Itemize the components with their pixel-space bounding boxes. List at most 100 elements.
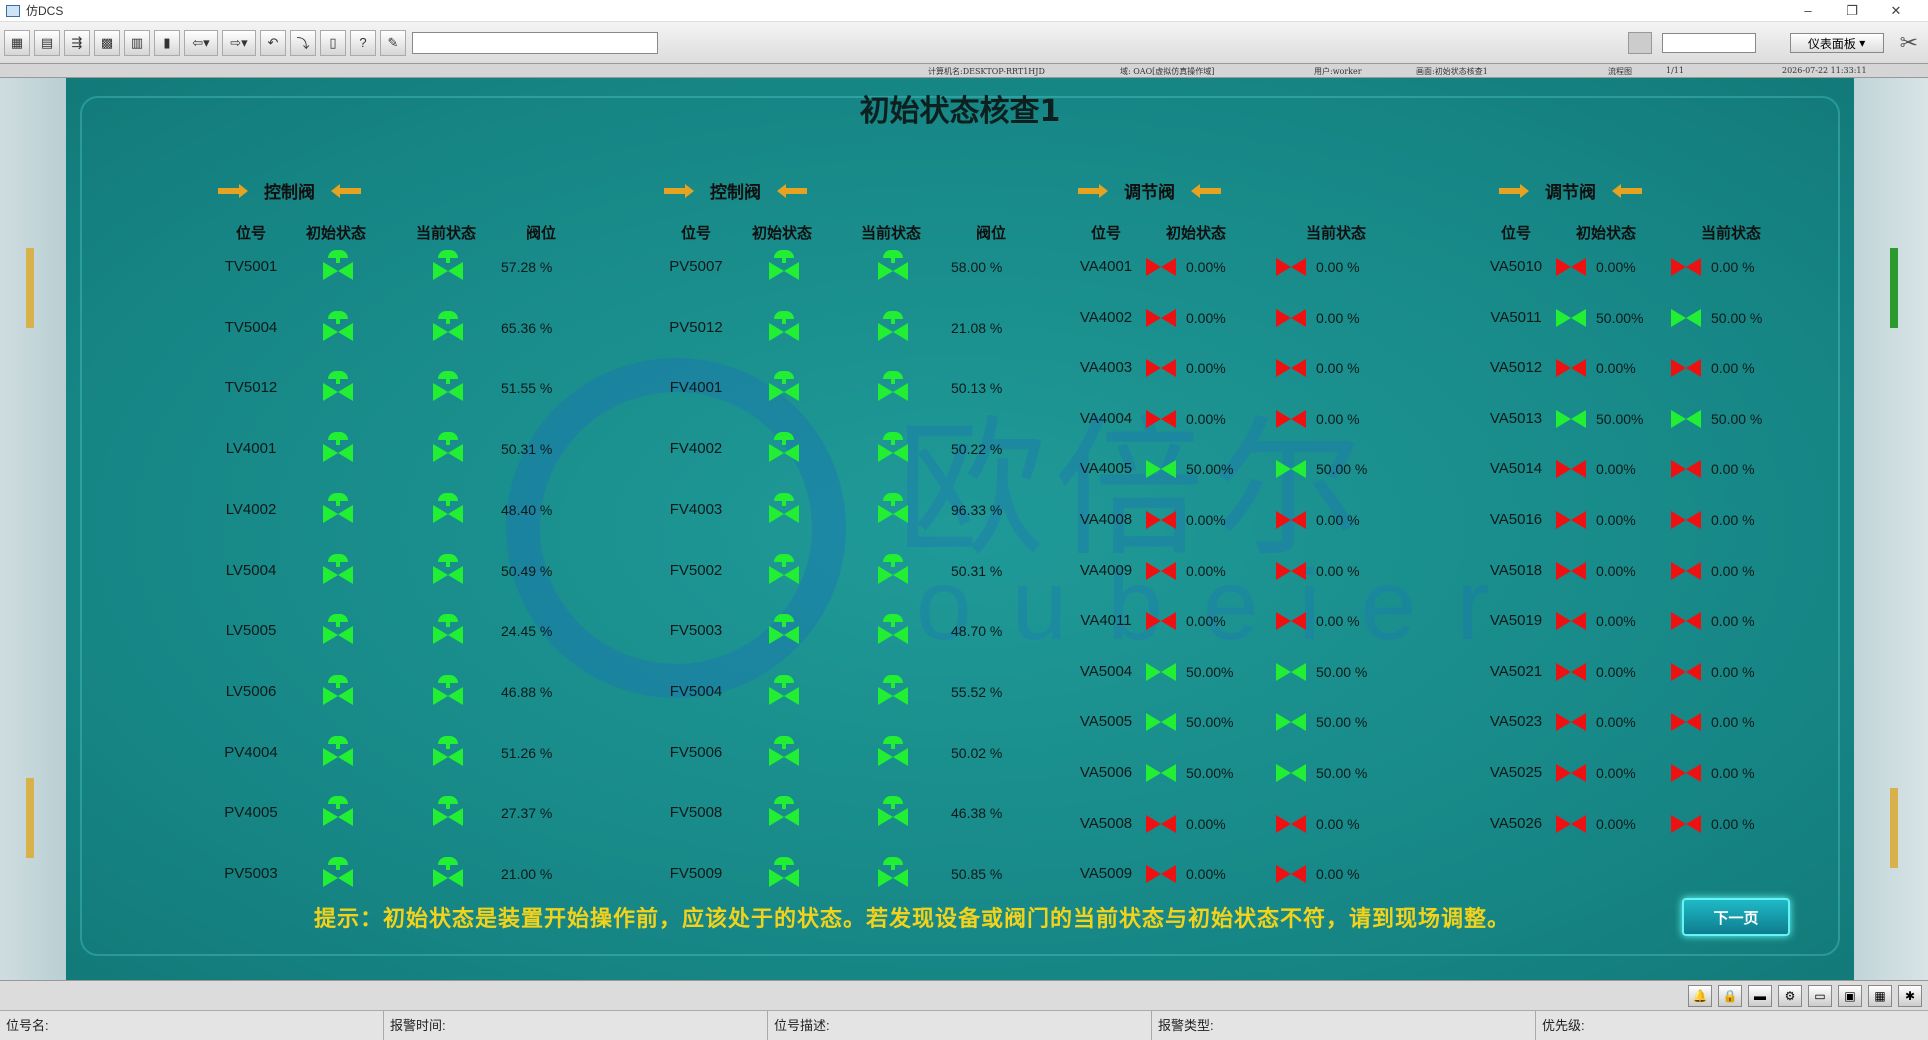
control-valve-icon[interactable] (321, 371, 355, 402)
hand-valve-icon[interactable] (1146, 409, 1176, 428)
control-valve-icon[interactable] (431, 674, 465, 705)
bottom-tool-icon[interactable]: ▣ (1838, 985, 1862, 1007)
hand-valve-icon[interactable] (1276, 359, 1306, 378)
hand-valve-icon[interactable] (1276, 511, 1306, 529)
hand-valve-icon[interactable] (1556, 258, 1586, 276)
control-valve-icon[interactable] (767, 857, 801, 887)
close-button[interactable]: ✕ (1874, 0, 1918, 22)
toolbar-button[interactable]: ▦ (4, 29, 30, 56)
next-page-button[interactable]: 下一页 (1682, 898, 1790, 936)
command-input[interactable] (412, 31, 658, 54)
bottom-tool-icon[interactable]: ▬ (1748, 985, 1772, 1007)
control-valve-icon[interactable] (431, 371, 465, 402)
toolbar-button[interactable]: ▮ (154, 29, 180, 56)
toolbar-button[interactable]: ⇦▾ (184, 29, 218, 56)
control-valve-icon[interactable] (767, 310, 801, 341)
control-valve-icon[interactable] (321, 614, 355, 645)
control-valve-icon[interactable] (876, 796, 910, 827)
control-valve-icon[interactable] (767, 492, 801, 523)
control-valve-icon[interactable] (767, 432, 801, 463)
hand-valve-icon[interactable] (1276, 561, 1306, 580)
toolbar-button[interactable]: ⤵ (290, 29, 316, 56)
hand-valve-icon[interactable] (1671, 359, 1701, 378)
hand-valve-icon[interactable] (1146, 713, 1176, 732)
control-valve-icon[interactable] (876, 371, 910, 402)
hand-valve-icon[interactable] (1671, 814, 1701, 833)
hand-valve-icon[interactable] (1671, 409, 1701, 428)
hand-valve-icon[interactable] (1556, 662, 1586, 681)
toolbar-button[interactable]: ? (350, 29, 376, 56)
control-valve-icon[interactable] (876, 553, 910, 584)
control-valve-icon[interactable] (767, 250, 801, 280)
control-valve-icon[interactable] (876, 310, 910, 341)
restore-button[interactable]: ❐ (1830, 0, 1874, 22)
hand-valve-icon[interactable] (1556, 561, 1586, 580)
hand-valve-icon[interactable] (1146, 612, 1176, 631)
control-valve-icon[interactable] (431, 735, 465, 766)
hand-valve-icon[interactable] (1146, 764, 1176, 782)
hand-valve-icon[interactable] (1671, 764, 1701, 782)
control-valve-icon[interactable] (321, 553, 355, 584)
control-valve-icon[interactable] (321, 432, 355, 463)
control-valve-icon[interactable] (876, 674, 910, 705)
tools-icon[interactable]: ✂ (1900, 30, 1918, 56)
toolbar-button[interactable]: ▩ (94, 29, 120, 56)
hand-valve-icon[interactable] (1671, 511, 1701, 529)
hand-valve-icon[interactable] (1671, 258, 1701, 276)
hand-valve-icon[interactable] (1556, 308, 1586, 327)
hand-valve-icon[interactable] (1556, 713, 1586, 732)
toolbar-button[interactable]: ▤ (34, 29, 60, 56)
toolbar-button[interactable]: ▥ (124, 29, 150, 56)
control-valve-icon[interactable] (321, 492, 355, 523)
control-valve-icon[interactable] (321, 735, 355, 766)
hand-valve-icon[interactable] (1146, 561, 1176, 580)
bottom-tool-icon[interactable]: ▦ (1868, 985, 1892, 1007)
control-valve-icon[interactable] (321, 250, 355, 280)
panel-select[interactable]: 仪表面板 ▾ (1789, 33, 1884, 53)
toolbar-button[interactable]: ↶ (260, 29, 286, 56)
hand-valve-icon[interactable] (1556, 764, 1586, 782)
bottom-tool-icon[interactable]: 🔔 (1688, 985, 1712, 1007)
control-valve-icon[interactable] (767, 796, 801, 827)
control-valve-icon[interactable] (876, 857, 910, 887)
hand-valve-icon[interactable] (1556, 409, 1586, 428)
control-valve-icon[interactable] (876, 492, 910, 523)
control-valve-icon[interactable] (431, 553, 465, 584)
hand-valve-icon[interactable] (1276, 409, 1306, 428)
control-valve-icon[interactable] (876, 614, 910, 645)
bottom-tool-icon[interactable]: ✱ (1898, 985, 1922, 1007)
hand-valve-icon[interactable] (1146, 865, 1176, 884)
hand-valve-icon[interactable] (1671, 460, 1701, 479)
hand-valve-icon[interactable] (1146, 662, 1176, 681)
control-valve-icon[interactable] (431, 432, 465, 463)
hand-valve-icon[interactable] (1671, 662, 1701, 681)
hand-valve-icon[interactable] (1276, 865, 1306, 884)
hand-valve-icon[interactable] (1556, 511, 1586, 529)
hand-valve-icon[interactable] (1276, 258, 1306, 276)
toolbar-button[interactable]: ⇨▾ (222, 29, 256, 56)
toolbar-button[interactable]: ✎ (380, 29, 406, 56)
printer-icon[interactable] (1627, 32, 1652, 54)
control-valve-icon[interactable] (876, 250, 910, 280)
hand-valve-icon[interactable] (1671, 612, 1701, 631)
control-valve-icon[interactable] (431, 796, 465, 827)
control-valve-icon[interactable] (431, 614, 465, 645)
control-valve-icon[interactable] (876, 432, 910, 463)
hand-valve-icon[interactable] (1276, 460, 1306, 479)
hand-valve-icon[interactable] (1671, 308, 1701, 327)
hand-valve-icon[interactable] (1556, 460, 1586, 479)
control-valve-icon[interactable] (767, 553, 801, 584)
hand-valve-icon[interactable] (1556, 359, 1586, 378)
toolbar-button[interactable]: ▯ (320, 29, 346, 56)
bottom-tool-icon[interactable]: 🔒 (1718, 985, 1742, 1007)
control-valve-icon[interactable] (767, 674, 801, 705)
hand-valve-icon[interactable] (1146, 308, 1176, 327)
hand-valve-icon[interactable] (1671, 713, 1701, 732)
hand-valve-icon[interactable] (1146, 511, 1176, 529)
control-valve-icon[interactable] (321, 674, 355, 705)
hand-valve-icon[interactable] (1146, 359, 1176, 378)
control-valve-icon[interactable] (767, 735, 801, 766)
bottom-tool-icon[interactable]: ⚙ (1778, 985, 1802, 1007)
control-valve-icon[interactable] (431, 250, 465, 280)
minimize-button[interactable]: – (1786, 0, 1830, 22)
